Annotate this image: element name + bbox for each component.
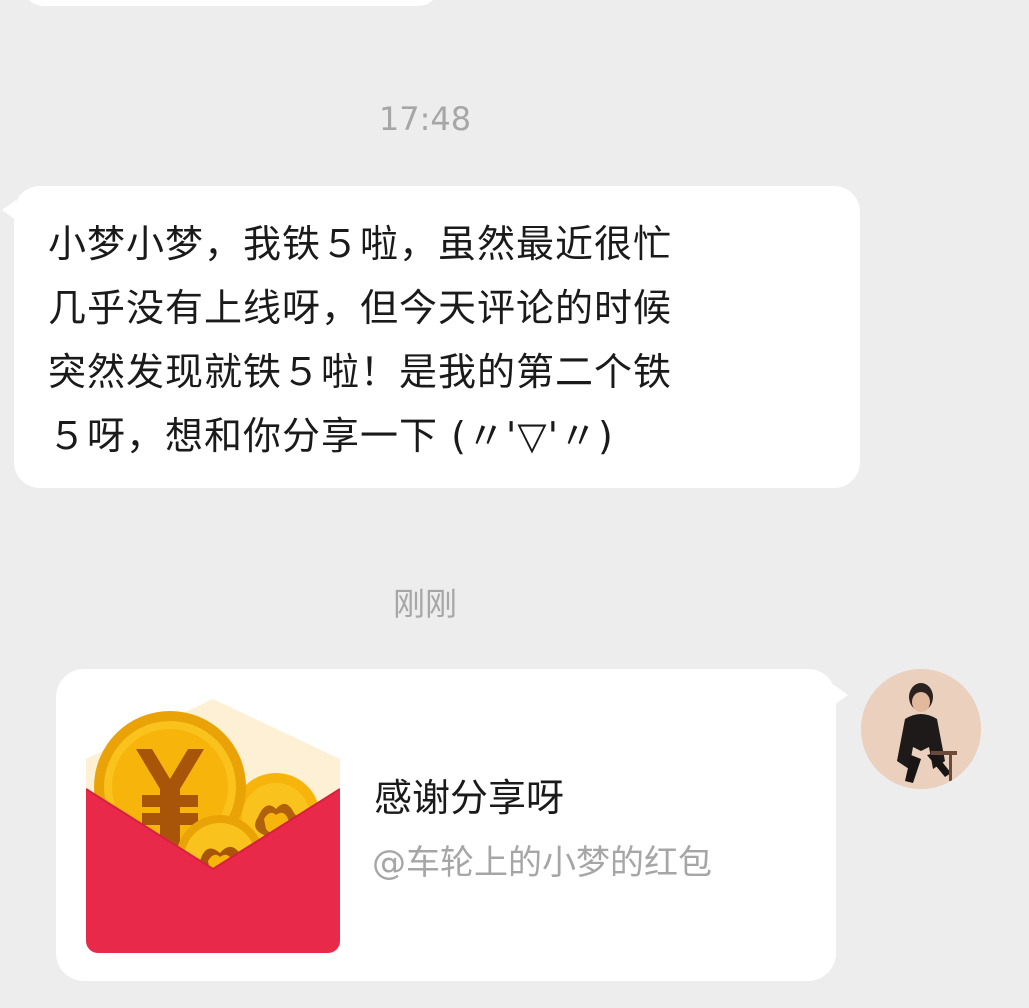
red-packet-title: 感谢分享呀 [374,776,565,820]
red-packet-card[interactable]: 感谢分享呀 @车轮上的小梦的红包 [56,669,848,981]
incoming-message-bubble[interactable]: 小梦小梦，我铁５啦，虽然最近很忙 几乎没有上线呀，但今天评论的时候 突然发现就铁… [2,186,860,488]
user-avatar[interactable] [861,669,981,789]
previous-message-bubble[interactable] [22,0,440,6]
bubble-tail [2,200,16,220]
bubble-tail [834,685,848,705]
red-packet-subtitle: @车轮上的小梦的红包 [372,843,712,883]
message-text: 小梦小梦，我铁５啦，虽然最近很忙 几乎没有上线呀，但今天评论的时候 突然发现就铁… [48,212,830,468]
message-line: 几乎没有上线呀，但今天评论的时候 [48,286,673,330]
red-packet-icon [86,699,340,953]
avatar-person-icon [861,669,981,789]
message-line: ５呀，想和你分享一下 (〃'▽'〃) [48,414,614,458]
message-timestamp: 刚刚 [392,585,457,623]
message-line: 突然发现就铁５啦！是我的第二个铁 [48,350,673,394]
message-timestamp: 17:48 [378,100,472,138]
message-line: 小梦小梦，我铁５啦，虽然最近很忙 [48,222,673,266]
